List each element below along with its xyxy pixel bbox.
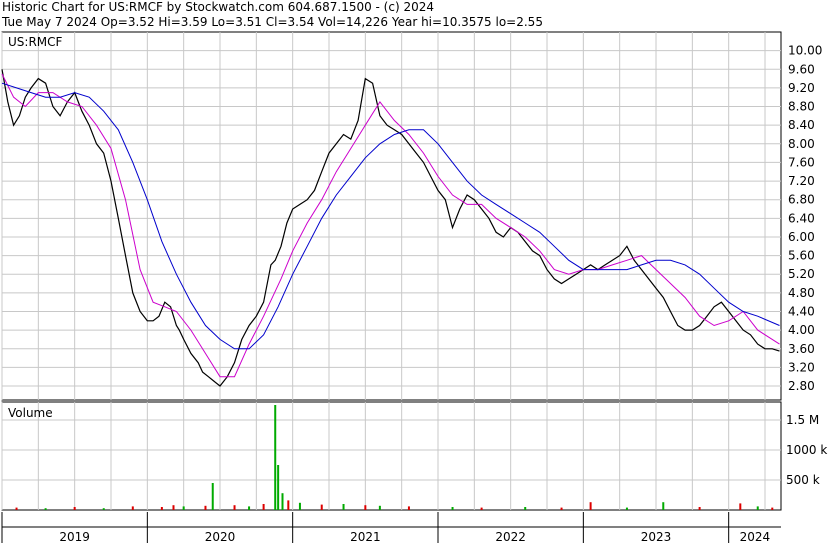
y-tick-label: 8.00	[788, 137, 815, 151]
volume-bar	[378, 505, 381, 510]
year-label: 2022	[495, 530, 526, 543]
stock-chart: 2.80 3.20 3.60 4.00 4.40 4.80 5.20 5.60 6.00 6.40…	[1, 31, 827, 543]
volume-bar	[277, 465, 280, 510]
y-tick-label: 8.40	[788, 118, 815, 132]
volume-bar	[248, 506, 251, 510]
volume-bar	[342, 504, 345, 510]
y-tick-label: 2.80	[788, 379, 815, 393]
volume-bar	[771, 507, 774, 510]
volume-bar	[44, 508, 47, 510]
y-tick-label: 9.60	[788, 62, 815, 76]
y-tick-label: 4.40	[788, 304, 815, 318]
volume-bar	[698, 507, 701, 510]
price-panel	[1, 31, 782, 401]
volume-bar	[233, 505, 236, 510]
volume-bar	[560, 507, 563, 510]
y-tick-label: 5.60	[788, 249, 815, 263]
volume-bar	[211, 483, 214, 510]
volume-tick-label: 1.5 M	[786, 413, 819, 427]
volume-bar	[589, 502, 592, 510]
y-tick-label: 4.00	[788, 323, 815, 337]
volume-panel-title: Volume	[8, 406, 53, 420]
y-tick-label: 6.80	[788, 193, 815, 207]
volume-bar	[287, 500, 290, 510]
volume-bar	[131, 506, 134, 510]
y-tick-label: 5.20	[788, 267, 815, 281]
y-tick-label: 7.20	[788, 174, 815, 188]
volume-tick-label: 1000 k	[786, 443, 827, 457]
volume-bar	[480, 507, 483, 510]
volume-bar	[364, 505, 367, 510]
volume-bar	[756, 506, 759, 510]
volume-bar	[298, 502, 301, 510]
volume-bar	[625, 507, 628, 510]
y-tick-label: 7.60	[788, 155, 815, 169]
volume-tick-label: 500 k	[786, 473, 820, 487]
price-panel-title: US:RMCF	[8, 35, 63, 49]
volume-bar	[182, 506, 185, 510]
year-label: 2020	[205, 530, 236, 543]
volume-bar	[662, 502, 665, 510]
volume-panel	[1, 401, 782, 511]
volume-bar	[281, 493, 284, 510]
volume-bar	[407, 506, 410, 510]
year-label: 2019	[59, 530, 90, 543]
volume-bar	[739, 503, 742, 510]
volume-bar	[204, 505, 207, 510]
y-tick-label: 3.20	[788, 360, 815, 374]
y-tick-label: 3.60	[788, 342, 815, 356]
volume-bar	[320, 504, 323, 510]
volume-bar	[524, 507, 527, 510]
volume-bar	[160, 507, 163, 510]
volume-bar	[102, 508, 105, 510]
y-tick-label: 8.80	[788, 100, 815, 114]
y-tick-label: 10.00	[788, 44, 822, 58]
year-label: 2021	[350, 530, 381, 543]
year-label: 2023	[641, 530, 672, 543]
volume-bar	[274, 405, 277, 510]
volume-bar	[451, 507, 454, 510]
volume-bar	[262, 504, 265, 510]
y-tick-label: 6.40	[788, 211, 815, 225]
y-tick-label: 4.80	[788, 286, 815, 300]
volume-bar	[73, 507, 76, 510]
y-tick-label: 6.00	[788, 230, 815, 244]
volume-bar	[15, 507, 18, 510]
y-tick-label: 9.20	[788, 81, 815, 95]
year-label: 2024	[740, 530, 771, 543]
volume-bar	[172, 505, 175, 510]
